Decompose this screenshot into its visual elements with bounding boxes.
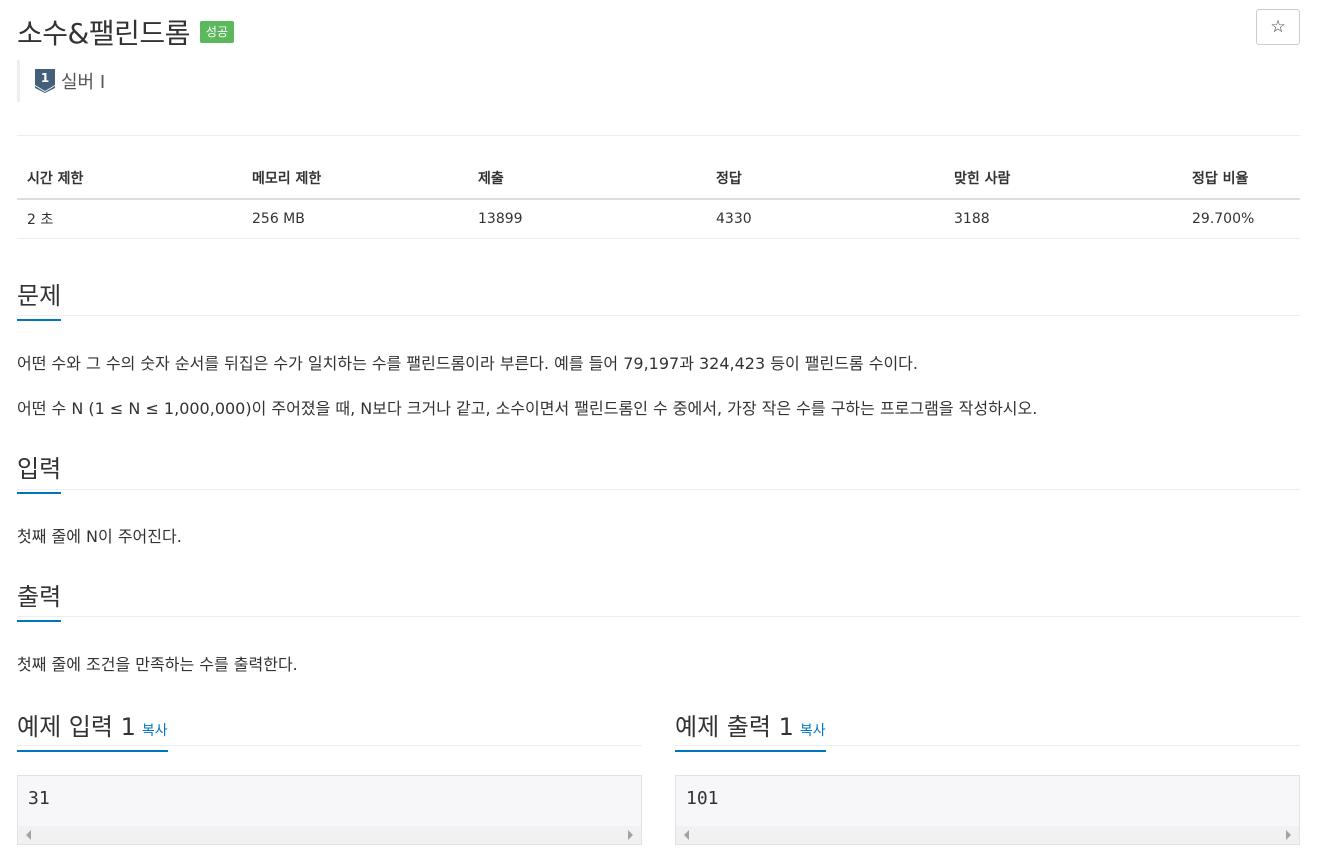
copy-sample-output-link[interactable]: 복사: [800, 723, 826, 739]
favorite-star-button[interactable]: ☆: [1256, 9, 1300, 45]
problem-paragraph-1: 어떤 수와 그 수의 숫자 순서를 뒤집은 수가 일치하는 수를 팰린드롬이라 …: [17, 354, 918, 373]
info-value-row: 2 초 256 MB 13899 4330 3188 29.700%: [17, 199, 1300, 239]
section-divider: [675, 745, 1300, 746]
header-time-limit: 시간 제한: [17, 158, 242, 200]
value-submissions[interactable]: 13899: [468, 199, 706, 239]
header-submissions: 제출: [468, 158, 706, 200]
sample-input-title-text: 예제 입력 1: [17, 713, 136, 741]
divider: [17, 135, 1300, 136]
sample-input-box[interactable]: 31: [17, 775, 642, 845]
title-row: 소수&팰린드롬 성공: [17, 12, 234, 52]
header-memory-limit: 메모리 제한: [242, 158, 468, 200]
info-header-row: 시간 제한 메모리 제한 제출 정답 맞힌 사람 정답 비율: [17, 158, 1300, 200]
result-badge[interactable]: 성공: [199, 20, 234, 44]
tier-name: 실버 I: [61, 72, 106, 93]
value-accepted[interactable]: 4330: [706, 199, 944, 239]
problem-title: 소수&팰린드롬: [17, 17, 190, 50]
header-accepted: 정답: [706, 158, 944, 200]
problem-paragraph-2: 어떤 수 N (1 ≤ N ≤ 1,000,000)이 주어졌을 때, N보다 …: [17, 399, 1038, 418]
star-icon: ☆: [1270, 17, 1286, 37]
section-divider: [17, 616, 1300, 617]
sample-output-title-text: 예제 출력 1: [675, 713, 794, 741]
output-description: 첫째 줄에 조건을 만족하는 수를 출력한다.: [17, 655, 298, 674]
horizontal-scrollbar[interactable]: [676, 826, 1299, 844]
value-accept-rate: 29.700%: [1182, 199, 1300, 239]
header-accept-rate: 정답 비율: [1182, 158, 1300, 200]
value-time-limit: 2 초: [17, 199, 242, 239]
tier-label[interactable]: 1 실버 I: [17, 60, 105, 102]
value-memory-limit: 256 MB: [242, 199, 468, 239]
scroll-right-arrow-icon[interactable]: [628, 830, 633, 840]
problem-info-table: 시간 제한 메모리 제한 제출 정답 맞힌 사람 정답 비율 2 초 256 M…: [17, 158, 1300, 239]
sample-output-text: 101: [686, 788, 719, 809]
header-solved-users: 맞힌 사람: [944, 158, 1182, 200]
input-section-title: 입력: [17, 449, 62, 494]
tier-number: 1: [41, 71, 49, 85]
scroll-left-arrow-icon[interactable]: [26, 830, 31, 840]
value-solved-users[interactable]: 3188: [944, 199, 1182, 239]
scroll-left-arrow-icon[interactable]: [684, 830, 689, 840]
sample-input-text: 31: [28, 788, 50, 809]
silver-1-icon: 1: [35, 69, 55, 93]
section-divider: [17, 315, 1300, 316]
copy-sample-input-link[interactable]: 복사: [142, 723, 168, 739]
section-divider: [17, 745, 642, 746]
sample-output-box[interactable]: 101: [675, 775, 1300, 845]
scroll-right-arrow-icon[interactable]: [1286, 830, 1291, 840]
horizontal-scrollbar[interactable]: [18, 826, 641, 844]
input-description: 첫째 줄에 N이 주어진다.: [17, 527, 182, 546]
section-divider: [17, 489, 1300, 490]
